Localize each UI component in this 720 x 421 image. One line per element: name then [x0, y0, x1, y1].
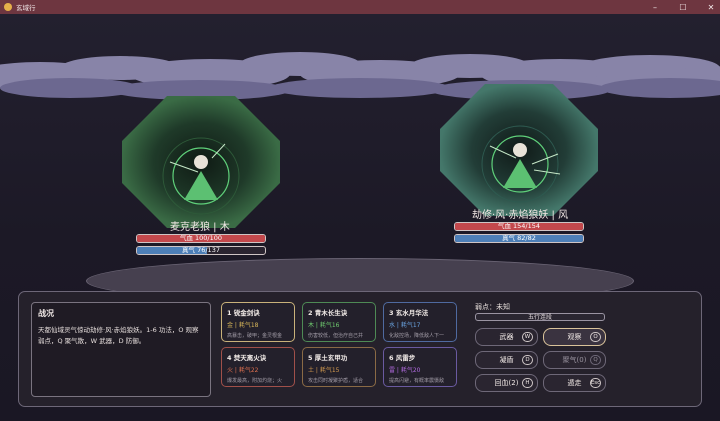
observe-button[interactable]: 观察 O: [543, 328, 606, 346]
player-hp-bar: 气血 100/100: [136, 234, 266, 243]
skill-desc: 伤害较低，但治疗自己并: [308, 333, 364, 339]
action-label: 凝盾: [499, 356, 514, 364]
game-window: 玄域行 – ☐ ✕ 麦克老狼 | 木 气血 100/100 真气 76/137 …: [0, 0, 720, 421]
player-hp-text: 气血 100/100: [179, 234, 223, 242]
cloud-band: [0, 52, 720, 100]
skill-name: 4 焚天离火诀: [227, 354, 267, 362]
key-hint: O: [590, 332, 601, 342]
skill-cost: 火 | 耗气22: [227, 367, 259, 374]
player-qi-text: 真气 76/137: [182, 246, 220, 254]
title-bar: 玄域行 – ☐ ✕: [0, 0, 720, 14]
skill-name: 6 风雷步: [389, 354, 416, 362]
heal-button[interactable]: 回血(2) H: [475, 374, 538, 392]
skill-button-4[interactable]: 4 焚天离火诀 火 | 耗气22 爆发最高，附加灼烧；火: [221, 347, 295, 387]
skill-button-3[interactable]: 3 玄水月华法 水 | 耗气17 化敌控场，降低敌人下一: [383, 302, 457, 342]
enemy-sprite: [440, 84, 598, 216]
skill-desc: 爆发最高，附加灼烧；火: [227, 378, 283, 384]
action-label: 观察: [567, 333, 582, 341]
enemy-qi-text: 真气 82/82: [502, 234, 536, 242]
skill-cost: 金 | 耗气18: [227, 322, 259, 329]
app-icon: [4, 3, 12, 11]
key-hint: D: [522, 355, 533, 365]
enemy-qi-bar: 真气 82/82: [454, 234, 584, 243]
key-hint: Q: [590, 355, 601, 365]
weak-point-label: 弱点：未知: [475, 303, 510, 311]
player-sprite: [122, 96, 280, 228]
action-label: 回血(2): [494, 379, 519, 387]
skill-desc: 高暴击，破甲；金灵根金: [227, 333, 283, 339]
skill-desc: 提高闪避，有概率震慑敌: [389, 378, 445, 384]
log-text: 天都仙域灵气惊动劫修·风·赤焰狼妖。1-6 功法，O 观察弱点，Q 聚气散，W …: [38, 326, 199, 345]
window-title: 玄域行: [16, 4, 36, 12]
enemy-name: 劫修·风·赤焰狼妖 | 风: [472, 210, 569, 221]
action-label: 武器: [499, 333, 514, 341]
player-name: 麦克老狼 | 木: [170, 222, 230, 233]
battle-log: 战况 天都仙域灵气惊动劫修·风·赤焰狼妖。1-6 功法，O 观察弱点，Q 聚气散…: [31, 302, 211, 397]
shield-button[interactable]: 凝盾 D: [475, 351, 538, 369]
enemy-hp-bar: 气血 154/154: [454, 222, 584, 231]
control-panel: 战况 天都仙域灵气惊动劫修·风·赤焰狼妖。1-6 功法，O 观察弱点，Q 聚气散…: [18, 291, 702, 407]
enemy-hp-text: 气血 154/154: [497, 222, 541, 230]
player-qi-bar: 真气 76/137: [136, 246, 266, 255]
action-label: 聚气(0): [562, 356, 587, 364]
skill-desc: 攻击同时凝聚护盾，适合: [308, 378, 364, 384]
gather-qi-button[interactable]: 聚气(0) Q: [543, 351, 606, 369]
combo-slot: 五行连段: [475, 313, 605, 321]
minimize-icon[interactable]: –: [641, 0, 669, 14]
skill-name: 3 玄水月华法: [389, 309, 429, 317]
key-hint: W: [522, 332, 533, 342]
log-title: 战况: [38, 309, 54, 318]
key-hint: Esc: [590, 378, 601, 388]
action-label: 遁走: [567, 379, 582, 387]
skill-name: 2 青木长生诀: [308, 309, 348, 317]
skill-name: 1 锐金剑诀: [227, 309, 260, 317]
skill-cost: 土 | 耗气15: [308, 367, 340, 374]
skill-cost: 水 | 耗气17: [389, 322, 421, 329]
key-hint: H: [522, 378, 533, 388]
skill-button-6[interactable]: 6 风雷步 雷 | 耗气20 提高闪避，有概率震慑敌: [383, 347, 457, 387]
skill-button-1[interactable]: 1 锐金剑诀 金 | 耗气18 高暴击，破甲；金灵根金: [221, 302, 295, 342]
skill-cost: 雷 | 耗气20: [389, 367, 421, 374]
close-icon[interactable]: ✕: [697, 0, 720, 14]
skill-name: 5 厚土玄甲功: [308, 354, 348, 362]
skill-desc: 化敌控场，降低敌人下一: [389, 333, 445, 339]
maximize-icon[interactable]: ☐: [669, 0, 697, 14]
skill-button-5[interactable]: 5 厚土玄甲功 土 | 耗气15 攻击同时凝聚护盾，适合: [302, 347, 376, 387]
skill-cost: 木 | 耗气16: [308, 322, 340, 329]
weapon-button[interactable]: 武器 W: [475, 328, 538, 346]
skill-button-2[interactable]: 2 青木长生诀 木 | 耗气16 伤害较低，但治疗自己并: [302, 302, 376, 342]
flee-button[interactable]: 遁走 Esc: [543, 374, 606, 392]
